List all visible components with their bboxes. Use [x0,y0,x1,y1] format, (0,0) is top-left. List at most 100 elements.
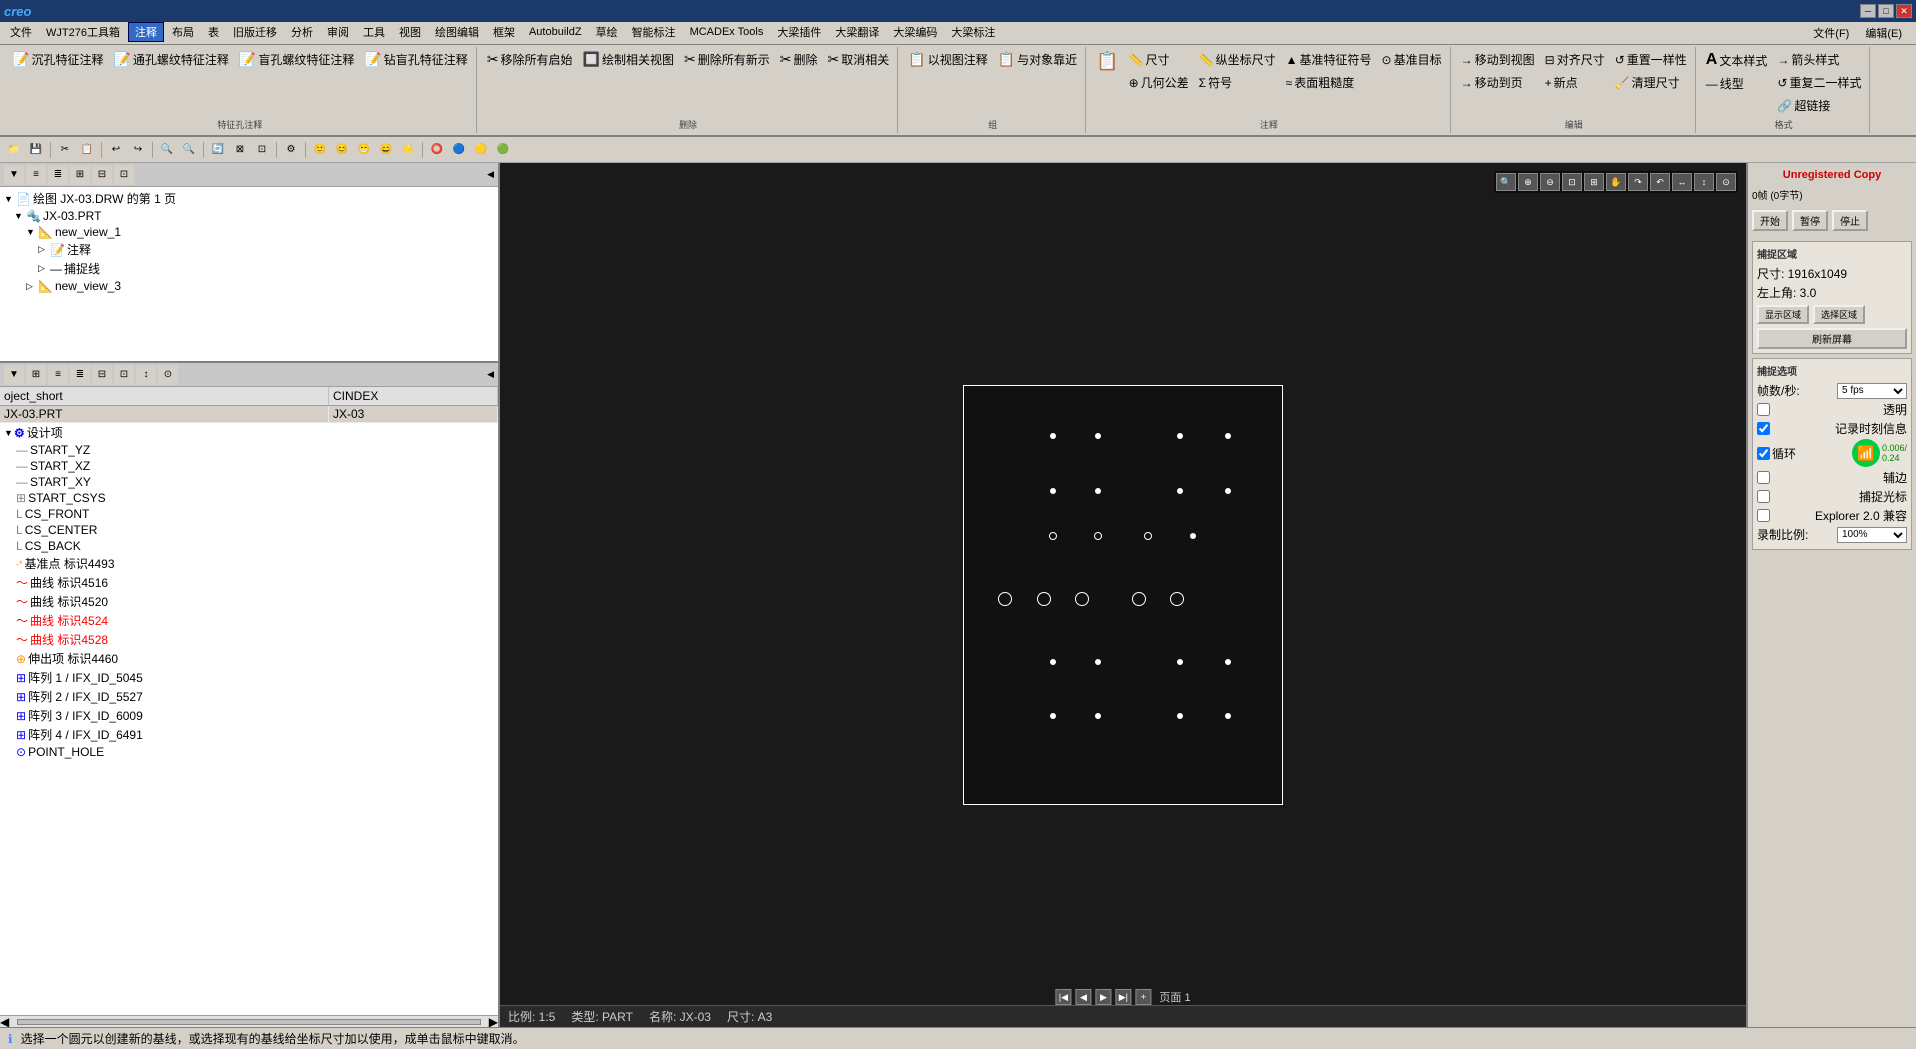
btn-datum-symbol[interactable]: ▲基准特征符号 [1282,49,1376,70]
menu-review[interactable]: 审阅 [321,23,355,41]
tree-toggle-ann[interactable]: ▷ [38,244,48,255]
tree-prt[interactable]: ▼ 🔩 JX-03.PRT [2,208,496,224]
menu-smart-dim[interactable]: 智能标注 [626,23,682,41]
btn-view-annotation[interactable]: 📋 以视图注释 [904,49,991,70]
tree-toggle-view3[interactable]: ▷ [26,281,36,292]
transparent-checkbox[interactable] [1757,403,1770,416]
btn-t9[interactable]: 🟢 [493,140,513,160]
btn-clean-dim[interactable]: 🧹清理尺寸 [1611,72,1691,93]
btn-start[interactable]: 开始 [1752,210,1788,231]
btn-tree-cols[interactable]: ⊞ [70,165,90,185]
btn-line-type[interactable]: —线型 [1702,73,1772,94]
menu-beam-translate[interactable]: 大梁翻译 [829,23,885,41]
btn-list-1[interactable]: ⊞ [26,365,46,385]
menu-beam-code[interactable]: 大梁编码 [887,23,943,41]
panel-list-collapse-btn[interactable]: ◀ [487,369,494,380]
btn-align-dim[interactable]: ⊟对齐尺寸 [1541,49,1609,70]
btn-suppress[interactable]: ⊠ [230,140,250,160]
btn-through-thread[interactable]: 📝 通孔螺纹特征注释 [109,49,232,70]
tree-new-view-1[interactable]: ▼ 📐 new_view_1 [2,224,496,240]
cursor-checkbox[interactable] [1757,490,1770,503]
btn-dimension[interactable]: 📏尺寸 [1125,49,1193,70]
menu-framework[interactable]: 框架 [487,23,521,41]
btn-move-to-page[interactable]: →移动到页 [1457,72,1539,93]
btn-undo[interactable]: ↩ [106,140,126,160]
btn-t1[interactable]: 🙂 [310,140,330,160]
btn-delete-all-new[interactable]: ✂ 删除所有新示 [680,49,774,70]
btn-show-area[interactable]: 显示区域 [1757,305,1809,324]
btn-t6[interactable]: ⭕ [427,140,447,160]
menu-view[interactable]: 视图 [393,23,427,41]
btn-tree-expand[interactable]: ▼ [4,165,24,185]
close-button[interactable]: ✕ [1896,4,1912,18]
menu-file[interactable]: 文件 [4,23,38,41]
record-time-checkbox[interactable] [1757,422,1770,435]
btn-t2[interactable]: 😊 [332,140,352,160]
btn-countersunk[interactable]: 📝 沉孔特征注释 [8,49,107,70]
menu-analyze[interactable]: 分析 [285,23,319,41]
btn-list-expand[interactable]: ▼ [4,365,24,385]
menu-drawing-edit[interactable]: 绘图编辑 [429,23,485,41]
btn-cancel-related[interactable]: ✂ 取消相关 [824,49,894,70]
list-curve-4528[interactable]: 〜 曲线 标识4528 [0,630,498,649]
scrollbar-bottom[interactable]: ◀ ▶ [0,1015,498,1027]
menu-table[interactable]: 表 [202,23,225,41]
btn-drill-blind[interactable]: 📝 钻盲孔特征注释 [360,49,471,70]
menu-annotation[interactable]: 注释 [128,22,164,42]
fps-select[interactable]: 5 fps [1837,383,1907,399]
panel-collapse-btn[interactable]: ◀ [487,169,494,180]
btn-list-4[interactable]: ⊟ [92,365,112,385]
table-row-prt[interactable]: JX-03.PRT JX-03 [0,406,498,423]
btn-ordinate-dim[interactable]: 📏纵坐标尺寸 [1195,49,1280,70]
menu-autobuild[interactable]: AutobuildZ [523,25,588,39]
tree-toggle-view1[interactable]: ▼ [26,227,36,237]
btn-prev-page[interactable]: ◀ [1075,989,1091,1005]
list-extrude[interactable]: ⊕ 伸出项 标识4460 [0,649,498,668]
btn-zoom-in[interactable]: 🔍 [157,140,177,160]
btn-tree-settings[interactable]: ⊟ [92,165,112,185]
btn-tree-filter[interactable]: ⊡ [114,165,134,185]
btn-t4[interactable]: 😄 [376,140,396,160]
btn-select-area[interactable]: 选择区域 [1813,305,1865,324]
btn-new-point[interactable]: +新点 [1541,72,1609,93]
btn-remove-all-start[interactable]: ✂ 移除所有启始 [483,49,577,70]
btn-list-6[interactable]: ↕ [136,365,156,385]
btn-move-to-view[interactable]: →移动到视图 [1457,49,1539,70]
btn-symbol[interactable]: Σ符号 [1195,72,1280,93]
menu-sketch[interactable]: 草绘 [590,23,624,41]
btn-pause[interactable]: 暂停 [1792,210,1828,231]
btn-settings[interactable]: ⚙ [281,140,301,160]
btn-resume[interactable]: ⊡ [252,140,272,160]
list-curve-4520[interactable]: 〜 曲线 标识4520 [0,592,498,611]
btn-show-model-annotation[interactable]: 📋 [1092,49,1122,74]
btn-list-3[interactable]: ≣ [70,365,90,385]
tree-toggle[interactable]: ▼ [4,194,14,204]
btn-t7[interactable]: 🔵 [449,140,469,160]
menu-migrate[interactable]: 旧版迁移 [227,23,283,41]
btn-datum-target[interactable]: ⊙基准目标 [1378,49,1446,70]
tree-toggle-snap[interactable]: ▷ [38,263,48,274]
btn-add-page[interactable]: + [1135,989,1151,1005]
btn-list-7[interactable]: ⊙ [158,365,178,385]
tree-snap-line[interactable]: ▷ — 捕捉线 [2,259,496,278]
menu-wjt[interactable]: WJT276工具箱 [40,23,126,41]
btn-tree-list[interactable]: ≡ [26,165,46,185]
btn-text-style[interactable]: A 文本样式 [1702,49,1772,71]
list-cs-center[interactable]: L CS_CENTER [0,522,498,538]
menu-tools[interactable]: 工具 [357,23,391,41]
list-start-xz[interactable]: — START_XZ [0,458,498,474]
btn-list-5[interactable]: ⊡ [114,365,134,385]
tree-drawing[interactable]: ▼ 📄 绘图 JX-03.DRW 的第 1 页 [2,189,496,208]
loop-checkbox[interactable] [1757,447,1770,460]
menu-file-f[interactable]: 文件(F) [1807,24,1855,42]
btn-geo-tolerance[interactable]: ⊕几何公差 [1125,72,1193,93]
btn-list-2[interactable]: ≡ [48,365,68,385]
btn-save[interactable]: 💾 [26,140,46,160]
btn-blind-thread[interactable]: 📝 盲孔螺纹特征注释 [235,49,358,70]
maximize-button[interactable]: □ [1878,4,1894,18]
menu-edit-e[interactable]: 编辑(E) [1859,24,1908,42]
btn-zoom-out[interactable]: 🔍 [179,140,199,160]
btn-t3[interactable]: 😁 [354,140,374,160]
btn-t5[interactable]: 🌟 [398,140,418,160]
menu-layout[interactable]: 布局 [166,23,200,41]
